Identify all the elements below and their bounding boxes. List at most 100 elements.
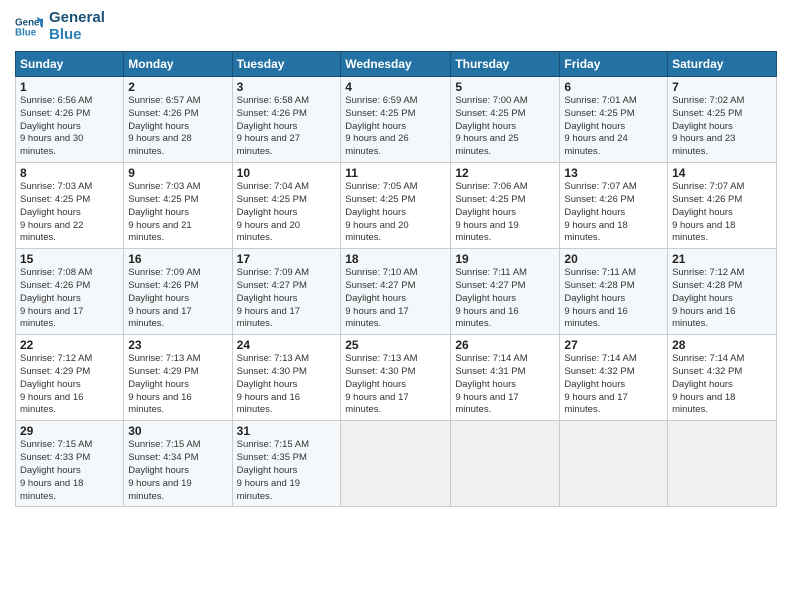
calendar-cell: 7 Sunrise: 7:02 AM Sunset: 4:25 PM Dayli…: [668, 77, 777, 163]
week-row-3: 15 Sunrise: 7:08 AM Sunset: 4:26 PM Dayl…: [16, 249, 777, 335]
calendar-cell: [451, 421, 560, 507]
header: General Blue General Blue: [15, 10, 777, 43]
calendar-cell: 1 Sunrise: 6:56 AM Sunset: 4:26 PM Dayli…: [16, 77, 124, 163]
calendar-cell: 24 Sunrise: 7:13 AM Sunset: 4:30 PM Dayl…: [232, 335, 341, 421]
calendar-cell: 18 Sunrise: 7:10 AM Sunset: 4:27 PM Dayl…: [341, 249, 451, 335]
day-number: 12: [455, 166, 555, 180]
day-info: Sunrise: 7:05 AM Sunset: 4:25 PM Dayligh…: [345, 181, 446, 245]
col-header-wednesday: Wednesday: [341, 52, 451, 77]
col-header-friday: Friday: [560, 52, 668, 77]
day-number: 13: [564, 166, 663, 180]
day-info: Sunrise: 7:11 AM Sunset: 4:28 PM Dayligh…: [564, 267, 663, 331]
week-row-1: 1 Sunrise: 6:56 AM Sunset: 4:26 PM Dayli…: [16, 77, 777, 163]
calendar-cell: 16 Sunrise: 7:09 AM Sunset: 4:26 PM Dayl…: [124, 249, 232, 335]
day-info: Sunrise: 7:00 AM Sunset: 4:25 PM Dayligh…: [455, 95, 555, 159]
calendar-cell: 23 Sunrise: 7:13 AM Sunset: 4:29 PM Dayl…: [124, 335, 232, 421]
calendar-cell: 11 Sunrise: 7:05 AM Sunset: 4:25 PM Dayl…: [341, 163, 451, 249]
calendar-cell: [560, 421, 668, 507]
logo: General Blue General Blue: [15, 10, 105, 43]
calendar-cell: 14 Sunrise: 7:07 AM Sunset: 4:26 PM Dayl…: [668, 163, 777, 249]
day-info: Sunrise: 7:03 AM Sunset: 4:25 PM Dayligh…: [128, 181, 227, 245]
day-number: 7: [672, 80, 772, 94]
day-info: Sunrise: 7:07 AM Sunset: 4:26 PM Dayligh…: [672, 181, 772, 245]
week-row-2: 8 Sunrise: 7:03 AM Sunset: 4:25 PM Dayli…: [16, 163, 777, 249]
week-row-4: 22 Sunrise: 7:12 AM Sunset: 4:29 PM Dayl…: [16, 335, 777, 421]
calendar-cell: 30 Sunrise: 7:15 AM Sunset: 4:34 PM Dayl…: [124, 421, 232, 507]
col-header-tuesday: Tuesday: [232, 52, 341, 77]
day-number: 20: [564, 252, 663, 266]
page-container: General Blue General Blue SundayMondayTu…: [0, 0, 792, 612]
day-number: 2: [128, 80, 227, 94]
day-info: Sunrise: 7:09 AM Sunset: 4:27 PM Dayligh…: [237, 267, 337, 331]
week-row-5: 29 Sunrise: 7:15 AM Sunset: 4:33 PM Dayl…: [16, 421, 777, 507]
day-number: 15: [20, 252, 119, 266]
calendar-cell: 28 Sunrise: 7:14 AM Sunset: 4:32 PM Dayl…: [668, 335, 777, 421]
calendar-table: SundayMondayTuesdayWednesdayThursdayFrid…: [15, 51, 777, 507]
calendar-cell: 21 Sunrise: 7:12 AM Sunset: 4:28 PM Dayl…: [668, 249, 777, 335]
day-number: 19: [455, 252, 555, 266]
day-info: Sunrise: 7:14 AM Sunset: 4:31 PM Dayligh…: [455, 353, 555, 417]
day-number: 18: [345, 252, 446, 266]
day-number: 28: [672, 338, 772, 352]
day-number: 14: [672, 166, 772, 180]
day-info: Sunrise: 7:06 AM Sunset: 4:25 PM Dayligh…: [455, 181, 555, 245]
day-number: 23: [128, 338, 227, 352]
day-number: 3: [237, 80, 337, 94]
day-number: 10: [237, 166, 337, 180]
day-number: 27: [564, 338, 663, 352]
col-header-thursday: Thursday: [451, 52, 560, 77]
calendar-cell: 13 Sunrise: 7:07 AM Sunset: 4:26 PM Dayl…: [560, 163, 668, 249]
day-number: 16: [128, 252, 227, 266]
day-number: 8: [20, 166, 119, 180]
day-info: Sunrise: 7:15 AM Sunset: 4:35 PM Dayligh…: [237, 439, 337, 503]
day-info: Sunrise: 7:07 AM Sunset: 4:26 PM Dayligh…: [564, 181, 663, 245]
calendar-cell: [668, 421, 777, 507]
day-number: 25: [345, 338, 446, 352]
col-header-sunday: Sunday: [16, 52, 124, 77]
day-number: 31: [237, 424, 337, 438]
calendar-cell: 22 Sunrise: 7:12 AM Sunset: 4:29 PM Dayl…: [16, 335, 124, 421]
day-info: Sunrise: 7:03 AM Sunset: 4:25 PM Dayligh…: [20, 181, 119, 245]
calendar-cell: 4 Sunrise: 6:59 AM Sunset: 4:25 PM Dayli…: [341, 77, 451, 163]
day-info: Sunrise: 6:59 AM Sunset: 4:25 PM Dayligh…: [345, 95, 446, 159]
day-info: Sunrise: 7:09 AM Sunset: 4:26 PM Dayligh…: [128, 267, 227, 331]
day-info: Sunrise: 7:08 AM Sunset: 4:26 PM Dayligh…: [20, 267, 119, 331]
calendar-cell: 2 Sunrise: 6:57 AM Sunset: 4:26 PM Dayli…: [124, 77, 232, 163]
calendar-cell: 25 Sunrise: 7:13 AM Sunset: 4:30 PM Dayl…: [341, 335, 451, 421]
day-info: Sunrise: 7:04 AM Sunset: 4:25 PM Dayligh…: [237, 181, 337, 245]
day-info: Sunrise: 7:13 AM Sunset: 4:29 PM Dayligh…: [128, 353, 227, 417]
day-number: 5: [455, 80, 555, 94]
col-header-monday: Monday: [124, 52, 232, 77]
day-number: 4: [345, 80, 446, 94]
calendar-cell: 19 Sunrise: 7:11 AM Sunset: 4:27 PM Dayl…: [451, 249, 560, 335]
day-info: Sunrise: 7:14 AM Sunset: 4:32 PM Dayligh…: [672, 353, 772, 417]
day-number: 22: [20, 338, 119, 352]
calendar-cell: 26 Sunrise: 7:14 AM Sunset: 4:31 PM Dayl…: [451, 335, 560, 421]
day-info: Sunrise: 7:12 AM Sunset: 4:29 PM Dayligh…: [20, 353, 119, 417]
svg-text:Blue: Blue: [15, 27, 37, 38]
calendar-cell: 9 Sunrise: 7:03 AM Sunset: 4:25 PM Dayli…: [124, 163, 232, 249]
day-number: 21: [672, 252, 772, 266]
day-info: Sunrise: 6:58 AM Sunset: 4:26 PM Dayligh…: [237, 95, 337, 159]
day-info: Sunrise: 7:10 AM Sunset: 4:27 PM Dayligh…: [345, 267, 446, 331]
day-number: 9: [128, 166, 227, 180]
calendar-cell: 12 Sunrise: 7:06 AM Sunset: 4:25 PM Dayl…: [451, 163, 560, 249]
day-info: Sunrise: 7:14 AM Sunset: 4:32 PM Dayligh…: [564, 353, 663, 417]
day-info: Sunrise: 7:01 AM Sunset: 4:25 PM Dayligh…: [564, 95, 663, 159]
calendar-cell: 31 Sunrise: 7:15 AM Sunset: 4:35 PM Dayl…: [232, 421, 341, 507]
day-info: Sunrise: 7:02 AM Sunset: 4:25 PM Dayligh…: [672, 95, 772, 159]
calendar-cell: 27 Sunrise: 7:14 AM Sunset: 4:32 PM Dayl…: [560, 335, 668, 421]
day-number: 29: [20, 424, 119, 438]
day-info: Sunrise: 7:15 AM Sunset: 4:34 PM Dayligh…: [128, 439, 227, 503]
calendar-cell: 17 Sunrise: 7:09 AM Sunset: 4:27 PM Dayl…: [232, 249, 341, 335]
calendar-cell: 20 Sunrise: 7:11 AM Sunset: 4:28 PM Dayl…: [560, 249, 668, 335]
day-info: Sunrise: 6:57 AM Sunset: 4:26 PM Dayligh…: [128, 95, 227, 159]
day-info: Sunrise: 7:13 AM Sunset: 4:30 PM Dayligh…: [237, 353, 337, 417]
day-number: 1: [20, 80, 119, 94]
logo-icon: General Blue: [15, 13, 43, 41]
calendar-cell: [341, 421, 451, 507]
day-number: 26: [455, 338, 555, 352]
day-number: 30: [128, 424, 227, 438]
day-number: 11: [345, 166, 446, 180]
calendar-cell: 8 Sunrise: 7:03 AM Sunset: 4:25 PM Dayli…: [16, 163, 124, 249]
